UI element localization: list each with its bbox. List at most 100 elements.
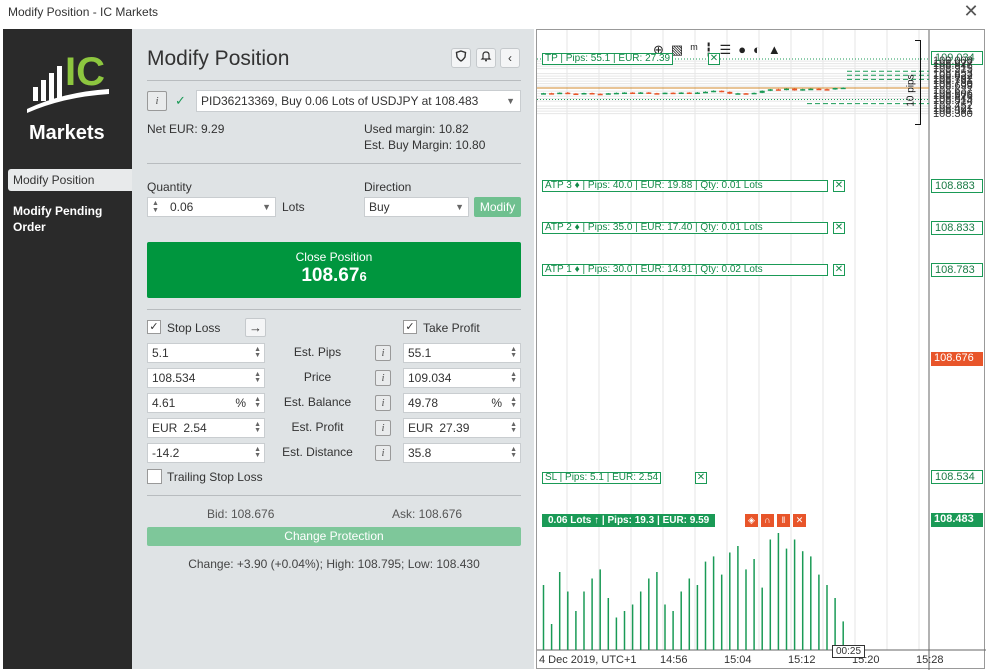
position-tag[interactable]: 0.06 Lots ↑ | Pips: 19.3 | EUR: 9.59 (542, 514, 716, 527)
candle-body (816, 88, 822, 91)
close-icon[interactable]: ✕ (793, 514, 806, 527)
candle-body (767, 89, 773, 91)
lock-icon[interactable]: ∩ (761, 514, 774, 527)
candle-body (613, 92, 619, 95)
quantity-stepper[interactable]: ▲ ▼ 0.06 ▼ (147, 197, 276, 217)
info-icon[interactable]: i (375, 420, 391, 436)
sidebar-item-modify-position[interactable]: Modify Position (8, 169, 132, 191)
shield-icon[interactable] (451, 48, 471, 68)
candle-body (670, 92, 676, 95)
sl-remove-icon[interactable]: ✕ (695, 472, 707, 484)
modify-button[interactable]: Modify (474, 197, 521, 217)
position-select-value: PID36213369, Buy 0.06 Lots of USDJPY at … (201, 94, 479, 108)
sidebar-item-modify-pending-order[interactable]: Modify Pending Order (8, 199, 132, 239)
take-profit-checkbox[interactable]: ✓ (403, 320, 417, 334)
shield-icon[interactable]: ◈ (745, 514, 758, 527)
info-icon[interactable]: i (375, 395, 391, 411)
divider (147, 495, 521, 496)
net-value: Net EUR: 9.29 (147, 122, 225, 136)
take-profit-label: Take Profit (423, 321, 480, 335)
tp-distance-input[interactable]: 35.8 ▲ ▼ (403, 443, 521, 463)
chevron-down-icon: ▼ (455, 202, 464, 212)
spinner-icon[interactable]: ▲ ▼ (254, 346, 261, 359)
spinner-icon[interactable]: ▲ ▼ (510, 346, 517, 359)
candle-body (840, 87, 846, 90)
svg-text:IC: IC (65, 50, 105, 94)
tp-price-input[interactable]: 109.034 ▲ ▼ (403, 368, 521, 388)
close-icon[interactable]: ✕ (961, 2, 981, 22)
atp2-tag[interactable]: ATP 2 ♦ | Pips: 35.0 | EUR: 17.40 | Qty:… (542, 222, 828, 234)
sl-price-input[interactable]: 108.534 ▲ ▼ (147, 368, 265, 388)
tp-balance-input[interactable]: 49.78% ▲ ▼ (403, 393, 521, 413)
candle-countdown: 00:25 (832, 645, 866, 658)
indicators-icon[interactable]: ☰ (720, 42, 732, 58)
atp1-remove-icon[interactable]: ✕ (833, 264, 845, 276)
spinner-icon[interactable]: ▲ ▼ (254, 421, 261, 434)
direction-select[interactable]: Buy ▼ (364, 197, 469, 217)
candle-body (686, 92, 692, 95)
bell-icon[interactable] (476, 48, 496, 68)
tp-pips-input[interactable]: 55.1 ▲ ▼ (403, 343, 521, 363)
spinner-icon[interactable]: ▲ ▼ (510, 396, 517, 409)
candle-body (703, 91, 708, 94)
sl-tag[interactable]: SL | Pips: 5.1 | EUR: 2.54 (542, 472, 662, 484)
stop-loss-checkbox[interactable]: ✓ (147, 320, 161, 334)
divider (147, 163, 521, 164)
sl-balance-input[interactable]: 4.61% ▲ ▼ (147, 393, 265, 413)
position-select[interactable]: PID36213369, Buy 0.06 Lots of USDJPY at … (196, 90, 521, 112)
candle-body (694, 92, 700, 95)
sl-pips-input[interactable]: 5.1 ▲ ▼ (147, 343, 265, 363)
atp3-remove-icon[interactable]: ✕ (833, 180, 845, 192)
spinner-icon[interactable]: ▲ ▼ (152, 200, 159, 214)
tp-profit-input[interactable]: EUR 27.39 ▲ ▼ (403, 418, 521, 438)
spinner-icon[interactable]: ▲ ▼ (510, 446, 517, 459)
spinner-icon[interactable]: ▲ ▼ (254, 446, 261, 459)
atp1-tag[interactable]: ATP 1 ♦ | Pips: 30.0 | EUR: 14.91 | Qty:… (542, 264, 828, 276)
info-icon[interactable]: i (375, 445, 391, 461)
sl-profit-input[interactable]: EUR 2.54 ▲ ▼ (147, 418, 265, 438)
candle-body (800, 89, 806, 91)
candle-body (662, 92, 668, 95)
spinner-icon[interactable]: ▲ ▼ (254, 396, 261, 409)
atp3-tag[interactable]: ATP 3 ♦ | Pips: 40.0 | EUR: 19.88 | Qty:… (542, 180, 828, 192)
theme-icon[interactable]: ◐ (753, 42, 761, 58)
candle-body (622, 92, 627, 95)
timeframe-icon[interactable]: m (690, 42, 698, 58)
atp2-remove-icon[interactable]: ✕ (833, 222, 845, 234)
close-position-price: 108.676 (301, 265, 367, 286)
close-position-label: Close Position (295, 250, 373, 264)
bid-price: Bid: 108.676 (207, 507, 275, 521)
info-icon[interactable]: i (147, 91, 167, 111)
candle-body (808, 88, 814, 91)
candle-body (678, 92, 684, 95)
stop-loss-label: Stop Loss (167, 321, 221, 335)
info-icon[interactable]: i (375, 345, 391, 361)
arrow-right-icon[interactable]: → (245, 318, 266, 337)
tp-tag[interactable]: TP | Pips: 55.1 | EUR: 27.39 (542, 53, 674, 65)
spinner-icon[interactable]: ▲ ▼ (254, 371, 261, 384)
tp-remove-icon[interactable]: ✕ (708, 53, 720, 65)
shapes-icon[interactable]: ▲ (768, 42, 781, 58)
spinner-icon[interactable]: ▲ ▼ (510, 371, 517, 384)
candle-body (711, 90, 717, 93)
change-protection-button[interactable]: Change Protection (147, 527, 521, 546)
info-icon[interactable]: i (375, 370, 391, 386)
sl-distance-input[interactable]: -14.2 ▲ ▼ (147, 443, 265, 463)
drawing-icon[interactable]: ● (738, 42, 746, 58)
trailing-stop-checkbox[interactable] (147, 469, 162, 484)
price-chart[interactable]: ⊕ ▧ m ┇ ☰ ● ◐ ▲ TP | Pips: 55.1 | EUR: 2… (536, 29, 986, 670)
market-summary: Change: +3.90 (+0.04%); High: 108.795; L… (188, 557, 480, 571)
pause-icon[interactable]: ‖ (777, 514, 790, 527)
close-position-button[interactable]: Close Position 108.676 (147, 242, 521, 298)
price-label-atp2: 108.833 (931, 221, 983, 235)
chart-canvas[interactable] (537, 30, 986, 670)
candle-body (549, 93, 555, 95)
est-buy-margin: Est. Buy Margin: 10.80 (364, 138, 486, 152)
candle-body (654, 93, 660, 95)
spinner-icon[interactable]: ▲ ▼ (510, 421, 517, 434)
candle-body (557, 92, 563, 95)
x-tick: 4 Dec 2019, UTC+1 (539, 654, 637, 666)
candle-body (605, 93, 611, 95)
collapse-chevron-icon[interactable]: ‹ (500, 48, 520, 68)
direction-value: Buy (369, 200, 390, 214)
